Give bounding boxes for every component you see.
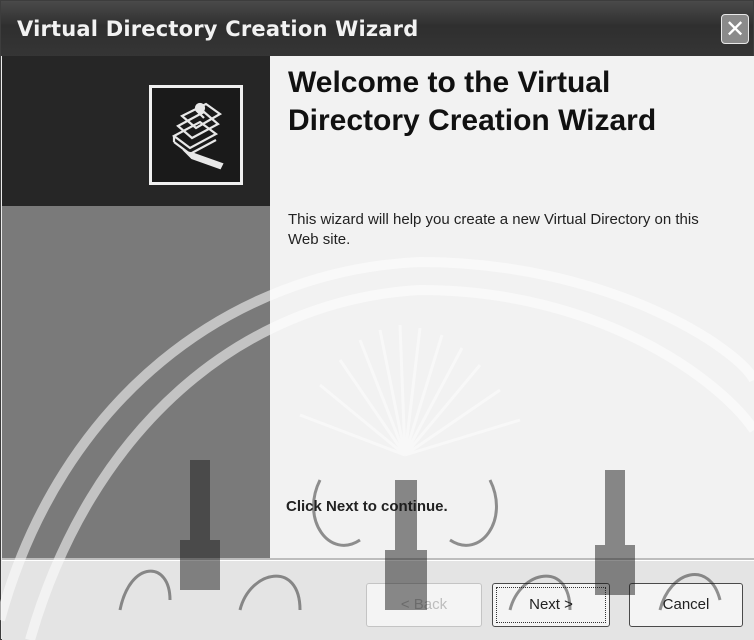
wizard-description: This wizard will help you create a new V… — [288, 211, 699, 248]
continue-hint: Click Next to continue. — [286, 498, 448, 515]
welcome-heading: Welcome to the Virtual Directory Creatio… — [288, 66, 657, 137]
title-bar[interactable]: Virtual Directory Creation Wizard ✕ — [1, 1, 753, 56]
close-icon: ✕ — [724, 15, 746, 43]
back-button[interactable]: < Back — [366, 583, 482, 627]
cancel-button[interactable]: Cancel — [629, 583, 743, 627]
close-button[interactable]: ✕ — [721, 14, 749, 44]
window-title: Virtual Directory Creation Wizard — [17, 17, 419, 41]
wizard-side-panel — [2, 206, 270, 558]
books-with-pen-icon — [149, 85, 243, 185]
next-button[interactable]: Next > — [492, 583, 610, 627]
wizard-window: Virtual Directory Creation Wizard ✕ Welc… — [0, 0, 754, 640]
books-icon-graphic — [171, 102, 224, 170]
